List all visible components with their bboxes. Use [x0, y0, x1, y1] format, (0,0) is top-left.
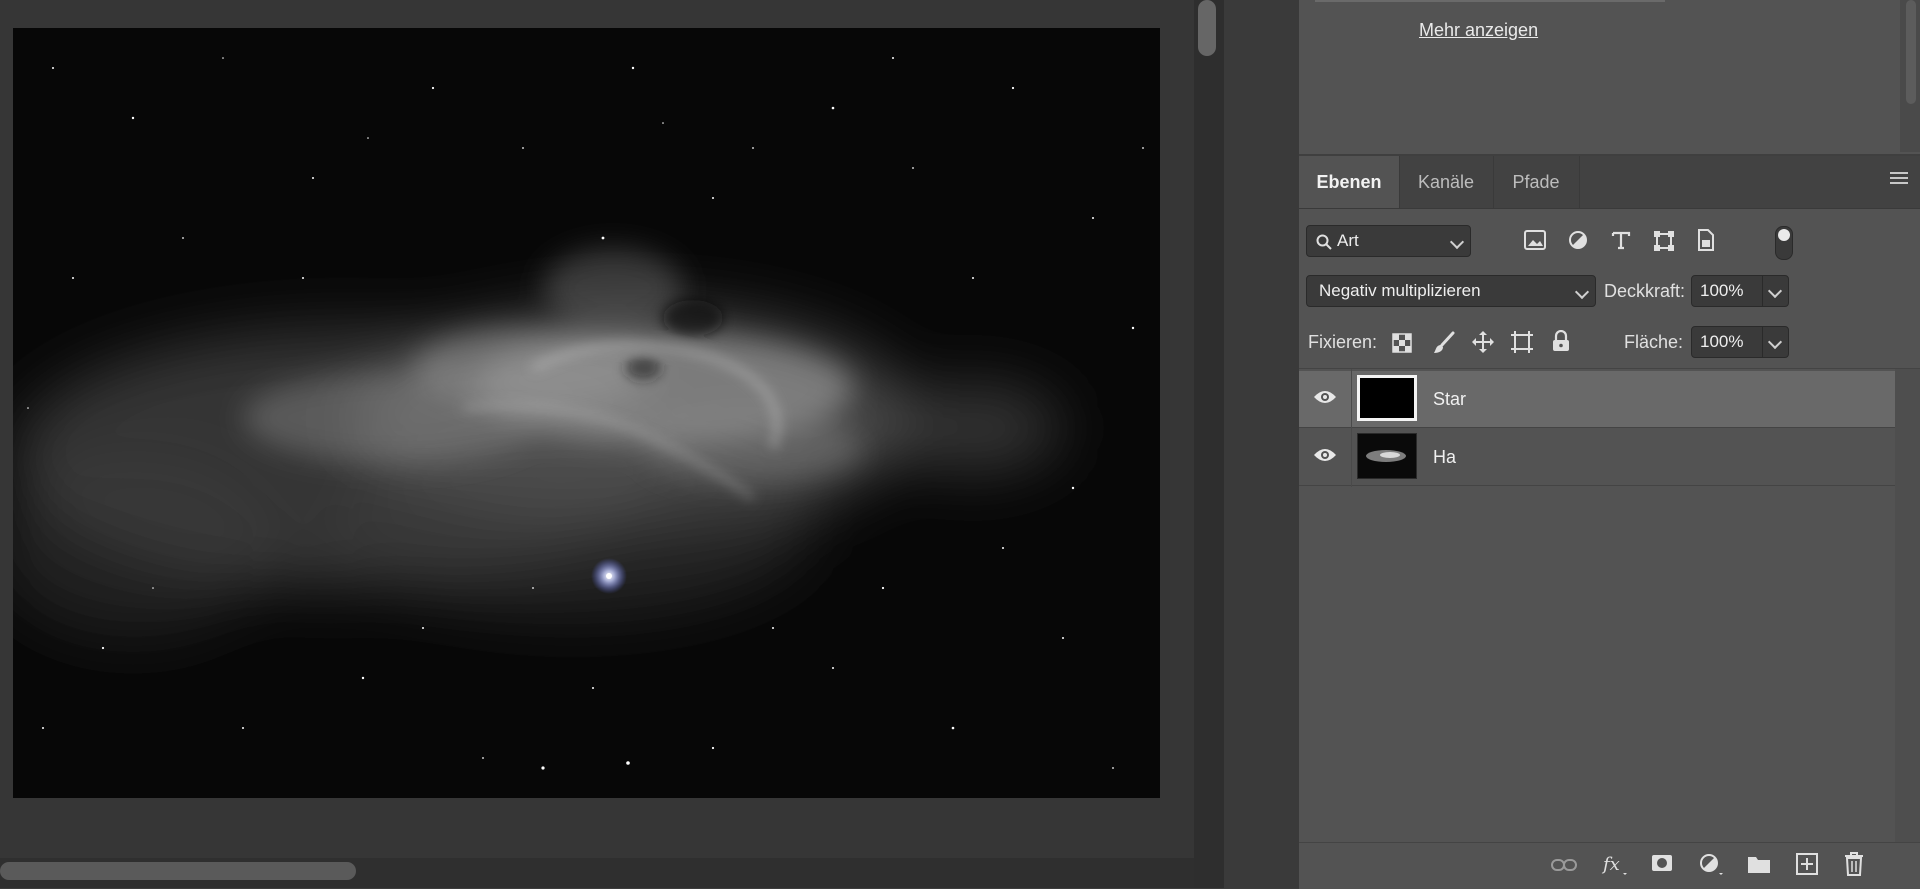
lock-transparent-pixels-icon[interactable] [1392, 333, 1412, 353]
chevron-down-icon [1767, 283, 1783, 299]
new-layer-icon[interactable] [1796, 853, 1818, 875]
eye-visibility-icon[interactable] [1313, 447, 1337, 463]
smart-object-filter-icon[interactable] [1697, 229, 1715, 251]
upper-panel-scrollbar-thumb[interactable] [1906, 0, 1916, 104]
fx-icon[interactable]: fx [1601, 853, 1629, 877]
blend-mode-select[interactable]: Negativ multiplizieren [1306, 275, 1596, 307]
filter-kind-select[interactable]: Art [1306, 225, 1471, 257]
divider [1299, 368, 1920, 369]
chevron-down-icon [1767, 334, 1783, 350]
fill-value: 100% [1700, 332, 1744, 351]
lock-artboard-icon[interactable] [1510, 330, 1534, 354]
opacity-label: Deckkraft: [1604, 281, 1686, 301]
layer-name-star: Star [1433, 389, 1467, 409]
layer-thumbnail-ha [1357, 433, 1417, 479]
vertical-scrollbar[interactable] [1194, 0, 1224, 888]
search-icon [1316, 234, 1332, 250]
delete-layer-icon[interactable] [1844, 852, 1864, 876]
horizontal-scrollbar-thumb[interactable] [0, 862, 356, 880]
tab-channels[interactable]: Kanäle [1399, 156, 1494, 208]
lock-label: Fixieren: [1308, 332, 1378, 352]
upper-panel: Mehr anzeigen [1299, 0, 1920, 156]
layer-row-star[interactable]: Star [1299, 371, 1895, 428]
layer-name-ha: Ha [1433, 447, 1457, 467]
divider [1315, 0, 1665, 2]
tab-layers[interactable]: Ebenen [1299, 156, 1400, 208]
layer-thumbnail-star [1357, 375, 1417, 421]
svg-text:fx: fx [1601, 854, 1620, 875]
type-filter-icon[interactable] [1611, 230, 1631, 250]
opacity-field[interactable]: 100% [1691, 275, 1789, 307]
panel-menu-icon[interactable] [1890, 172, 1908, 188]
layer-row-ha[interactable]: Ha [1299, 429, 1895, 486]
add-mask-icon[interactable] [1651, 854, 1673, 872]
layers-bottom-toolbar: fx [1299, 842, 1920, 889]
layers-panel-tabs: Ebenen Kanäle Pfade [1299, 156, 1920, 209]
adjustment-filter-icon[interactable] [1568, 230, 1588, 250]
fill-field[interactable]: 100% [1691, 326, 1789, 358]
blend-mode-value: Negativ multiplizieren [1319, 281, 1481, 300]
link-layers-icon[interactable] [1551, 857, 1577, 873]
show-more-link[interactable]: Mehr anzeigen [1419, 20, 1538, 41]
image-filter-icon[interactable] [1524, 230, 1546, 250]
right-panel: Mehr anzeigen Ebenen Kanäle Pfade Art Ne… [1299, 0, 1920, 889]
chevron-down-icon [1574, 284, 1590, 300]
vertical-scrollbar-thumb[interactable] [1198, 0, 1216, 56]
nebula-thumbnail-icon [1366, 450, 1406, 462]
layers-scrollbar[interactable] [1895, 369, 1920, 842]
lock-all-icon[interactable] [1552, 330, 1570, 352]
new-group-icon[interactable] [1747, 854, 1771, 874]
lock-image-pixels-icon[interactable] [1432, 331, 1456, 355]
nebula-image[interactable] [13, 28, 1160, 798]
document-canvas-area[interactable] [0, 0, 1194, 888]
tab-paths[interactable]: Pfade [1493, 156, 1580, 208]
chevron-down-icon [1449, 234, 1465, 250]
adjustment-layer-icon[interactable] [1699, 853, 1725, 877]
opacity-value: 100% [1700, 281, 1744, 300]
fill-label: Fläche: [1624, 332, 1684, 352]
eye-visibility-icon[interactable] [1313, 389, 1337, 405]
filter-toggle-switch[interactable] [1775, 226, 1793, 260]
lock-position-icon[interactable] [1471, 330, 1495, 354]
nebula-photo [13, 28, 1160, 798]
panel-dock-gap [1224, 0, 1300, 888]
visibility-column-divider [1351, 369, 1352, 487]
filter-kind-value: Art [1337, 231, 1359, 250]
shape-filter-icon[interactable] [1653, 230, 1675, 252]
